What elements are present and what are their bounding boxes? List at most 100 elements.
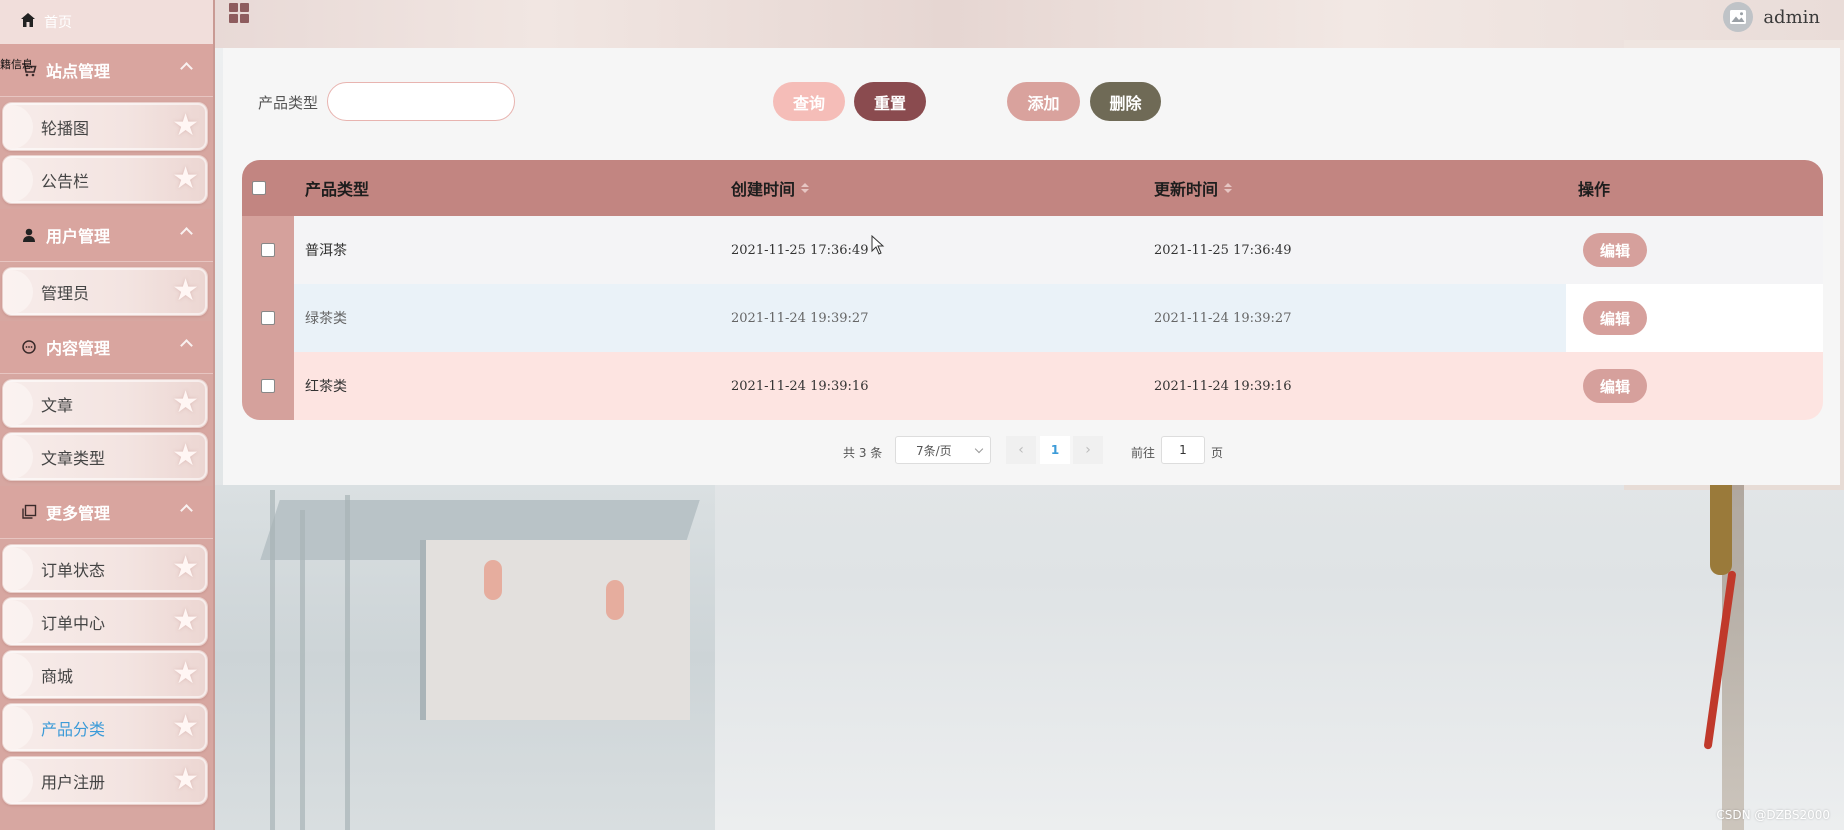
total-count: 共 3 条 bbox=[843, 446, 883, 460]
next-page-button[interactable]: › bbox=[1073, 436, 1103, 464]
watermark: CSDN @DZBS2000 bbox=[1716, 808, 1830, 822]
chat-icon bbox=[20, 338, 38, 356]
column-header-updated[interactable]: 更新时间 bbox=[1154, 160, 1233, 216]
sidebar-item-product-category[interactable]: 产品分类 ★ bbox=[2, 703, 208, 752]
select-all-checkbox-cell bbox=[252, 160, 266, 216]
table-row: 绿茶类 2021-11-24 19:39:27 2021-11-24 19:39… bbox=[242, 284, 1823, 352]
star-icon: ★ bbox=[172, 108, 199, 143]
cell-type: 红茶类 bbox=[305, 379, 347, 395]
sidebar: 首页 籍信息 站点管理 轮播图 ★ 公告栏 ★ 用户管理 管理员 ★ 内容管理 文章 ★… bbox=[0, 0, 215, 830]
sidebar-item-label: 商城 bbox=[41, 666, 74, 686]
chevron-up-icon bbox=[180, 504, 193, 517]
column-header-label: 更新时间 bbox=[1154, 180, 1219, 199]
page-size-value: 7条/页 bbox=[916, 443, 952, 458]
sidebar-item-label: 管理员 bbox=[41, 283, 90, 303]
cell-action: 编辑 bbox=[1566, 216, 1823, 284]
star-icon: ★ bbox=[172, 709, 199, 744]
row-checkbox[interactable] bbox=[261, 243, 275, 257]
page-unit-label: 页 bbox=[1211, 446, 1224, 460]
sidebar-home[interactable]: 首页 bbox=[0, 0, 213, 44]
data-table: 产品类型 创建时间 更新时间 操作 普洱茶 2021-11-25 17:36:4… bbox=[242, 160, 1823, 420]
sidebar-item-notice[interactable]: 公告栏 ★ bbox=[2, 155, 208, 204]
cell-created: 2021-11-25 17:36:49 bbox=[731, 242, 869, 258]
sort-icon[interactable] bbox=[1224, 183, 1233, 193]
star-icon: ★ bbox=[172, 273, 199, 308]
sidebar-item-order-status[interactable]: 订单状态 ★ bbox=[2, 544, 208, 593]
sidebar-item-label: 公告栏 bbox=[41, 171, 90, 191]
menu-group-content[interactable]: 内容管理 bbox=[0, 321, 213, 374]
menu-group-label: 站点管理 bbox=[46, 62, 111, 81]
topbar bbox=[215, 0, 1844, 46]
select-all-checkbox[interactable] bbox=[252, 181, 266, 195]
product-type-search-input[interactable] bbox=[327, 82, 515, 121]
chevron-down-icon bbox=[974, 444, 984, 454]
reset-button[interactable]: 重置 bbox=[854, 82, 926, 121]
person-icon bbox=[20, 226, 38, 244]
sidebar-item-mall[interactable]: 商城 ★ bbox=[2, 650, 208, 699]
cell-action: 编辑 bbox=[1566, 284, 1823, 352]
table-row: 红茶类 2021-11-24 19:39:16 2021-11-24 19:39… bbox=[242, 352, 1823, 420]
row-checkbox[interactable] bbox=[261, 379, 275, 393]
row-checkbox[interactable] bbox=[261, 311, 275, 325]
sidebar-item-carousel[interactable]: 轮播图 ★ bbox=[2, 102, 208, 151]
cell-created: 2021-11-24 19:39:16 bbox=[731, 378, 869, 394]
star-icon: ★ bbox=[172, 603, 199, 638]
sidebar-item-article[interactable]: 文章 ★ bbox=[2, 379, 208, 428]
overlay-text: 籍信息 bbox=[0, 58, 33, 71]
sidebar-item-order-center[interactable]: 订单中心 ★ bbox=[2, 597, 208, 646]
goto-page-input[interactable]: 1 bbox=[1161, 436, 1205, 464]
sidebar-item-label: 产品分类 bbox=[41, 719, 106, 739]
star-icon: ★ bbox=[172, 656, 199, 691]
column-header-action: 操作 bbox=[1578, 160, 1610, 216]
sidebar-home-label: 首页 bbox=[44, 15, 72, 31]
column-header-created[interactable]: 创建时间 bbox=[731, 160, 810, 216]
prev-page-button[interactable]: ‹ bbox=[1006, 436, 1036, 464]
edit-button[interactable]: 编辑 bbox=[1583, 301, 1647, 335]
sort-icon[interactable] bbox=[801, 183, 810, 193]
bamboo-stalk bbox=[300, 510, 305, 830]
sidebar-item-label: 轮播图 bbox=[41, 118, 90, 138]
menu-group-label: 内容管理 bbox=[46, 339, 111, 358]
row-select-cell bbox=[242, 216, 294, 284]
chevron-up-icon bbox=[180, 227, 193, 240]
menu-group-user[interactable]: 用户管理 bbox=[0, 209, 213, 262]
query-button[interactable]: 查询 bbox=[773, 82, 845, 121]
pavilion-wall bbox=[420, 540, 690, 720]
user-menu[interactable]: admin bbox=[1723, 2, 1820, 32]
sidebar-item-label: 订单中心 bbox=[41, 613, 106, 633]
star-icon: ★ bbox=[172, 385, 199, 420]
menu-toggle-icon[interactable] bbox=[229, 3, 249, 23]
column-header-type: 产品类型 bbox=[305, 160, 369, 216]
table-header: 产品类型 创建时间 更新时间 操作 bbox=[242, 160, 1823, 216]
add-button[interactable]: 添加 bbox=[1007, 82, 1080, 121]
search-label: 产品类型 bbox=[258, 94, 319, 112]
row-select-cell bbox=[242, 284, 294, 352]
edit-button[interactable]: 编辑 bbox=[1583, 369, 1647, 403]
delete-button[interactable]: 删除 bbox=[1090, 82, 1161, 121]
edit-button[interactable]: 编辑 bbox=[1583, 233, 1647, 267]
cell-updated: 2021-11-24 19:39:27 bbox=[1154, 310, 1292, 326]
star-icon: ★ bbox=[172, 161, 199, 196]
lantern bbox=[484, 560, 502, 600]
user-name[interactable]: admin bbox=[1763, 7, 1820, 28]
sidebar-item-label: 订单状态 bbox=[41, 560, 106, 580]
sidebar-item-label: 文章 bbox=[41, 395, 74, 415]
bamboo-stalk bbox=[345, 495, 350, 830]
menu-group-more[interactable]: 更多管理 bbox=[0, 486, 213, 539]
pagination: 共 3 条 7条/页 ‹ 1 › 前往 1 页 bbox=[223, 436, 1840, 466]
star-icon: ★ bbox=[172, 762, 199, 797]
cell-type: 普洱茶 bbox=[305, 243, 347, 259]
table-row: 普洱茶 2021-11-25 17:36:49 2021-11-25 17:36… bbox=[242, 216, 1823, 284]
lantern bbox=[606, 580, 624, 620]
sidebar-item-user-register[interactable]: 用户注册 ★ bbox=[2, 756, 208, 805]
chevron-up-icon bbox=[180, 62, 193, 75]
cell-created: 2021-11-24 19:39:27 bbox=[731, 310, 869, 326]
sidebar-item-label: 用户注册 bbox=[41, 772, 106, 792]
avatar[interactable] bbox=[1723, 2, 1754, 32]
column-header-label: 操作 bbox=[1578, 180, 1611, 199]
mouse-cursor-icon bbox=[871, 235, 885, 255]
page-number[interactable]: 1 bbox=[1040, 436, 1070, 464]
sidebar-item-article-type[interactable]: 文章类型 ★ bbox=[2, 432, 208, 481]
page-size-select[interactable]: 7条/页 bbox=[895, 436, 991, 464]
sidebar-item-admin[interactable]: 管理员 ★ bbox=[2, 267, 208, 316]
